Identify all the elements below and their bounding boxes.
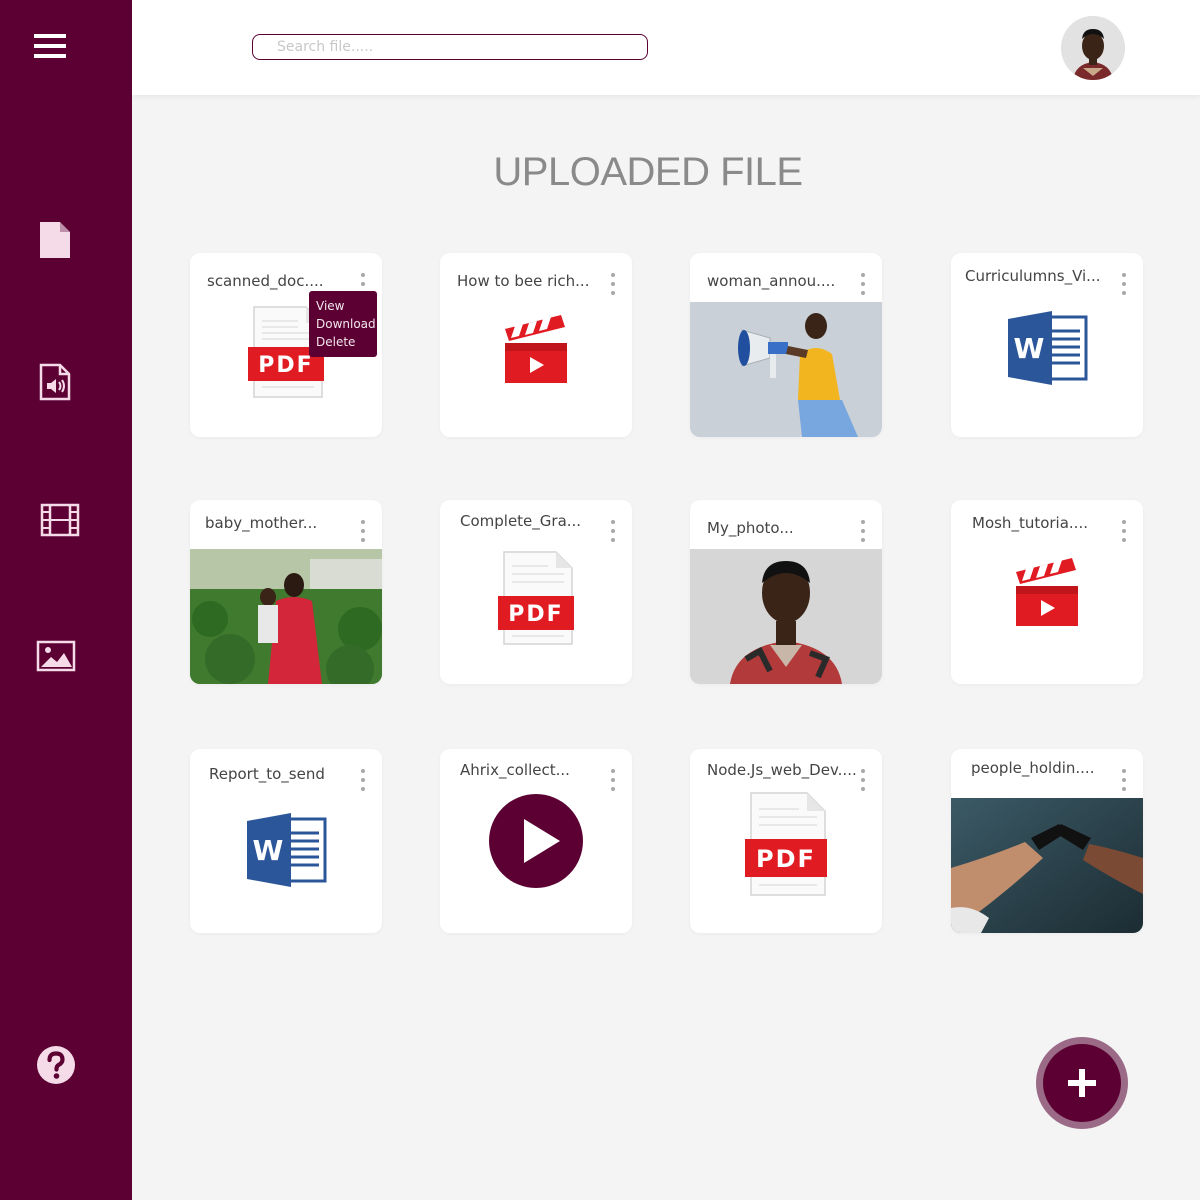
file-name: My_photo... — [707, 519, 794, 537]
word-file-icon: W — [247, 813, 327, 887]
more-options-icon[interactable] — [358, 520, 368, 542]
file-card[interactable]: Mosh_tutoria.... — [951, 500, 1143, 684]
document-icon — [40, 222, 70, 258]
more-options-icon[interactable] — [1119, 273, 1129, 295]
more-options-icon[interactable] — [358, 769, 368, 791]
menu-button[interactable] — [30, 26, 70, 66]
svg-text:PDF: PDF — [258, 353, 313, 378]
file-name: woman_annou.... — [707, 272, 836, 290]
help-icon — [37, 1046, 75, 1084]
file-name: Report_to_send — [209, 765, 325, 783]
file-context-menu: View Download Delete — [309, 291, 377, 357]
photo-thumbnail — [951, 798, 1143, 933]
more-options-icon[interactable] — [608, 520, 618, 542]
menu-icon — [34, 34, 66, 58]
photo-thumbnail — [690, 302, 882, 437]
menu-item-download[interactable]: Download — [316, 315, 377, 333]
svg-text:PDF: PDF — [756, 845, 816, 873]
menu-item-delete[interactable]: Delete — [316, 333, 377, 351]
file-card[interactable]: How to bee rich... — [440, 253, 632, 437]
file-name: Curriculumns_Vi... — [965, 267, 1101, 285]
user-avatar[interactable] — [1061, 16, 1125, 80]
sidebar — [0, 0, 132, 1200]
word-file-icon: W — [1008, 311, 1088, 385]
page-title: UPLOADED FILE — [493, 150, 803, 194]
search-input[interactable] — [252, 34, 648, 60]
video-clapperboard-icon — [1016, 558, 1078, 626]
photo-thumbnail — [690, 549, 882, 684]
more-options-icon[interactable] — [858, 273, 868, 295]
more-options-icon[interactable] — [858, 520, 868, 542]
file-card[interactable]: My_photo... — [690, 500, 882, 684]
file-name: people_holdin.... — [971, 759, 1095, 777]
more-options-icon[interactable] — [1119, 520, 1129, 542]
pdf-file-icon: PDF — [498, 551, 574, 645]
plus-icon — [1068, 1069, 1096, 1097]
sidebar-item-documents[interactable] — [34, 218, 76, 262]
svg-text:W: W — [253, 834, 284, 867]
file-name: How to bee rich... — [457, 272, 590, 290]
file-name: Ahrix_collect... — [460, 761, 570, 779]
svg-text:W: W — [1014, 332, 1045, 365]
more-options-icon[interactable] — [1119, 769, 1129, 791]
image-icon — [36, 640, 76, 672]
photo-thumbnail — [190, 549, 382, 684]
menu-item-view[interactable]: View — [316, 297, 377, 315]
file-card[interactable]: Node.Js_web_Dev.... PDF — [690, 749, 882, 933]
file-card[interactable]: Curriculumns_Vi... W — [951, 253, 1143, 437]
audio-file-icon — [39, 363, 71, 401]
file-name: scanned_doc.... — [207, 272, 324, 290]
avatar-photo — [1061, 16, 1125, 80]
video-clapperboard-icon — [505, 315, 567, 383]
file-card[interactable]: Report_to_send W — [190, 749, 382, 933]
svg-text:PDF: PDF — [508, 602, 563, 627]
more-options-icon[interactable] — [608, 769, 618, 791]
play-audio-icon — [489, 794, 583, 888]
file-name: Complete_Gra... — [460, 512, 582, 530]
file-name: Node.Js_web_Dev.... — [707, 761, 857, 779]
file-card[interactable]: baby_mother... — [190, 500, 382, 684]
more-options-icon[interactable] — [608, 273, 618, 295]
more-options-icon[interactable] — [858, 769, 868, 791]
video-film-icon — [40, 503, 80, 537]
file-card[interactable]: people_holdin.... — [951, 749, 1143, 933]
sidebar-item-audio[interactable] — [34, 360, 76, 404]
top-bar — [132, 0, 1200, 95]
file-name: Mosh_tutoria.... — [972, 514, 1088, 532]
file-name: baby_mother... — [205, 514, 318, 532]
file-card[interactable]: Complete_Gra... PDF — [440, 500, 632, 684]
file-card[interactable]: Ahrix_collect... — [440, 749, 632, 933]
file-card[interactable]: woman_annou.... — [690, 253, 882, 437]
pdf-file-icon: PDF — [745, 792, 827, 896]
sidebar-item-images[interactable] — [34, 637, 78, 675]
help-button[interactable] — [34, 1043, 78, 1087]
sidebar-item-videos[interactable] — [38, 500, 82, 540]
add-file-button[interactable] — [1036, 1037, 1128, 1129]
